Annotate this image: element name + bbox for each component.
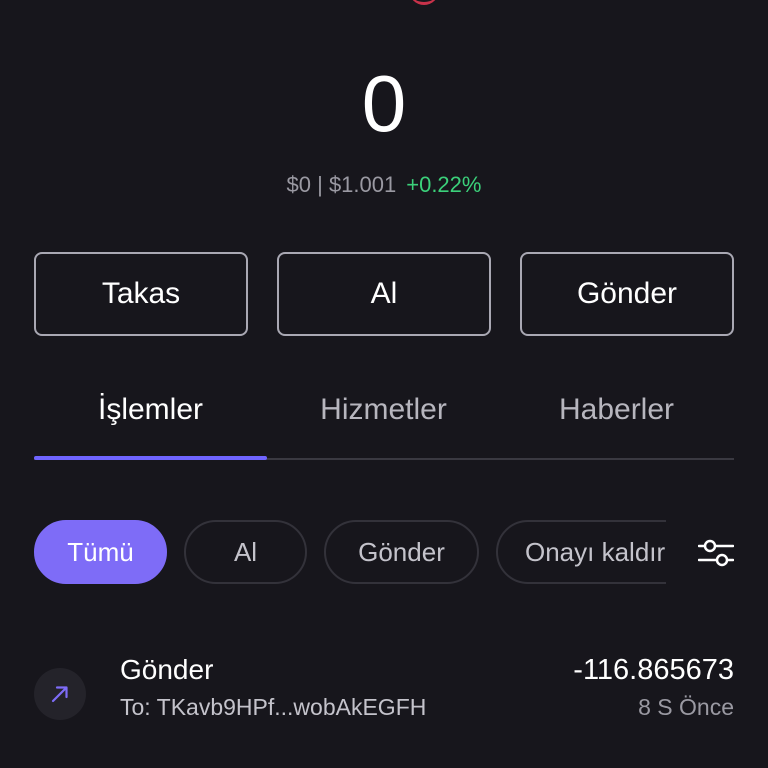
filter-settings-icon[interactable]	[697, 538, 735, 568]
price-change: +0.22%	[406, 172, 482, 197]
fiat-value: $0 | $1.001	[286, 172, 397, 197]
transaction-address: To: TKavb9HPf...wobAkEGFH	[120, 694, 427, 720]
send-button[interactable]: Gönder	[520, 252, 734, 336]
tab-news[interactable]: Haberler	[500, 380, 733, 440]
filter-chips-scroll[interactable]: Tümü Al Gönder Onayı kaldır	[34, 520, 666, 586]
transaction-time: 8 S Önce	[638, 694, 734, 720]
transaction-type: Gönder	[120, 654, 214, 685]
filter-chip-all[interactable]: Tümü	[34, 520, 167, 584]
buy-button[interactable]: Al	[277, 252, 491, 336]
arrow-up-right-icon	[34, 668, 86, 720]
filter-chip-buy[interactable]: Al	[184, 520, 307, 584]
active-tab-indicator	[34, 456, 267, 460]
tab-bar: İşlemler Hizmetler Haberler	[34, 380, 734, 462]
filter-chip-send[interactable]: Gönder	[324, 520, 479, 584]
tab-services[interactable]: Hizmetler	[267, 380, 500, 440]
header-indicator	[409, 0, 439, 5]
filter-bar: Tümü Al Gönder Onayı kaldır	[34, 520, 735, 586]
filter-chip-revoke-approval[interactable]: Onayı kaldır	[496, 520, 666, 584]
swap-button[interactable]: Takas	[34, 252, 248, 336]
tab-transactions[interactable]: İşlemler	[34, 380, 267, 440]
transaction-row[interactable]: Gönder To: TKavb9HPf...wobAkEGFH -116.86…	[34, 650, 734, 730]
balance-subline: $0 | $1.001 +0.22%	[0, 170, 768, 200]
action-buttons: Takas Al Gönder	[34, 252, 734, 337]
token-balance: 0	[361, 59, 407, 148]
transaction-amount: -116.865673	[573, 654, 734, 686]
